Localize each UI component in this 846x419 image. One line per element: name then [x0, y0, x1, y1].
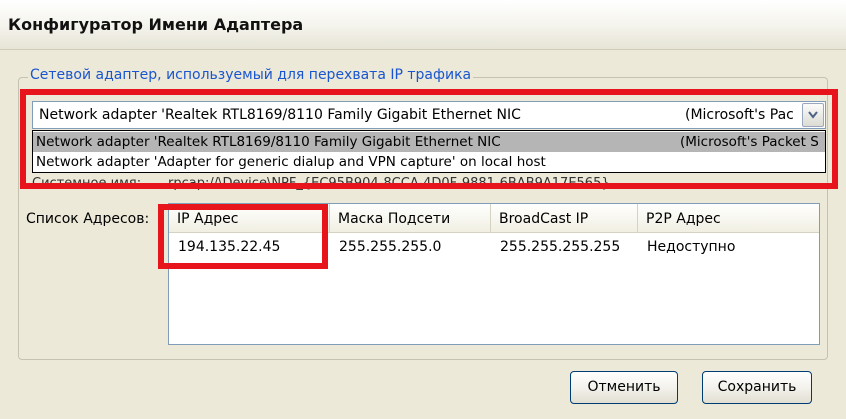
window-title: Конфигуратор Имени Адаптера — [8, 15, 304, 34]
title-bar: Конфигуратор Имени Адаптера — [0, 0, 846, 50]
highlight-frame-adapter — [20, 89, 838, 189]
cell-p2p: Недоступно — [647, 239, 736, 255]
adapter-group-legend: Сетевой адаптер, используемый для перехв… — [28, 67, 474, 83]
cell-mask: 255.255.255.0 — [339, 239, 442, 255]
column-header-p2p[interactable]: P2P Адрес — [638, 204, 819, 233]
cell-broadcast: 255.255.255.255 — [500, 239, 621, 255]
address-list-label: Список Адресов: — [26, 211, 150, 227]
save-button[interactable]: Сохранить — [702, 371, 812, 404]
column-header-mask[interactable]: Маска Подсети — [330, 204, 491, 233]
column-header-broadcast[interactable]: BroadCast IP — [491, 204, 638, 233]
highlight-frame-ip — [158, 204, 328, 269]
cancel-button[interactable]: Отменить — [570, 371, 678, 404]
